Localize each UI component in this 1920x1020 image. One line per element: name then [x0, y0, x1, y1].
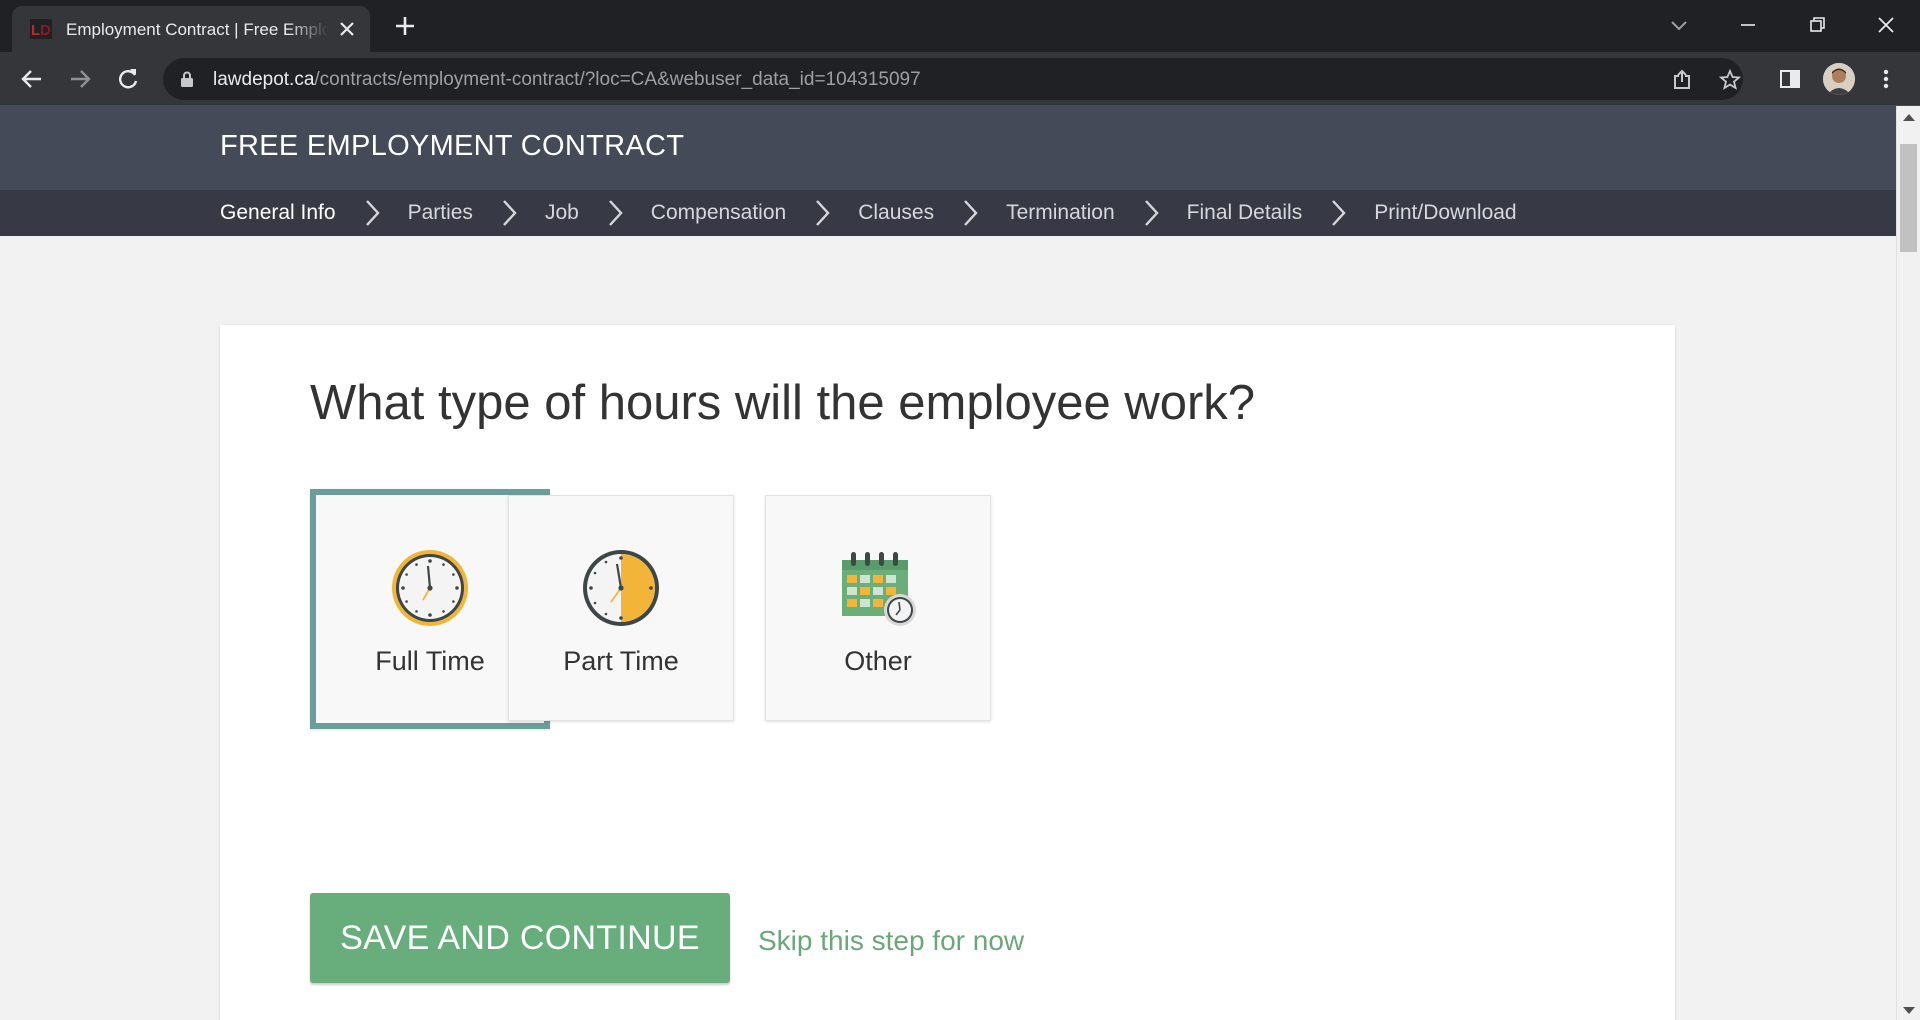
step-job[interactable]: Job	[545, 201, 579, 225]
half-clock-icon	[583, 550, 659, 626]
scroll-up-arrow-icon[interactable]	[1903, 114, 1915, 121]
new-tab-icon[interactable]	[392, 13, 418, 39]
lawdepot-favicon-icon: L D	[30, 19, 52, 39]
step-final-details[interactable]: Final Details	[1187, 201, 1303, 225]
tab-search-chevron-icon[interactable]	[1664, 10, 1694, 40]
tab-title: Employment Contract | Free Employment Co…	[66, 20, 328, 39]
option-label: Other	[844, 646, 912, 676]
browser-tab-strip: L D Employment Contract | Free Employmen…	[0, 0, 1920, 52]
side-panel-icon[interactable]	[1776, 65, 1804, 93]
more-menu-icon[interactable]	[1872, 65, 1900, 93]
page-viewport: FREE EMPLOYMENT CONTRACT General Info Par…	[0, 106, 1896, 1020]
minimize-icon[interactable]	[1733, 10, 1763, 40]
lock-icon[interactable]	[180, 71, 194, 87]
question-heading: What type of hours will the employee wor…	[310, 376, 1256, 430]
address-bar[interactable]: lawdepot.ca/contracts/employment-contrac…	[163, 58, 1743, 100]
browser-toolbar: lawdepot.ca/contracts/employment-contrac…	[0, 52, 1920, 106]
url-path: /contracts/employment-contract/?loc=CA&w…	[314, 69, 921, 90]
forward-arrow-icon[interactable]	[66, 65, 94, 93]
share-icon[interactable]	[1670, 68, 1694, 92]
svg-text:L: L	[31, 22, 40, 39]
chevron-right-icon	[608, 200, 623, 226]
close-tab-icon[interactable]	[337, 19, 357, 39]
option-other[interactable]: Other	[765, 495, 991, 721]
question-card: What type of hours will the employee wor…	[220, 325, 1675, 1020]
url-host: lawdepot.ca	[213, 69, 315, 90]
restore-icon[interactable]	[1802, 10, 1832, 40]
steps-list: General Info Parties Job Compensation Clause…	[220, 190, 1517, 236]
chevron-right-icon	[1332, 200, 1346, 226]
scrollbar-thumb[interactable]	[1900, 144, 1917, 252]
step-general-info[interactable]: General Info	[220, 201, 336, 225]
chevron-right-icon	[964, 200, 978, 226]
chevron-right-icon	[503, 200, 517, 226]
chevron-right-icon	[816, 200, 830, 226]
reload-icon[interactable]	[114, 65, 142, 93]
chevron-right-icon	[1144, 200, 1159, 226]
step-navigation: General Info Parties Job Compensation Clause…	[0, 190, 1896, 236]
step-parties[interactable]: Parties	[408, 201, 473, 225]
chevron-right-icon	[365, 200, 380, 226]
svg-text:D: D	[40, 22, 51, 39]
option-label: Part Time	[563, 646, 679, 676]
site-header: FREE EMPLOYMENT CONTRACT	[0, 106, 1896, 190]
page-scrollbar[interactable]	[1896, 106, 1920, 1020]
full-clock-icon	[392, 550, 468, 626]
option-part-time[interactable]: Part Time	[508, 495, 734, 721]
url-text[interactable]: lawdepot.ca/contracts/employment-contrac…	[213, 69, 921, 91]
page-title: FREE EMPLOYMENT CONTRACT	[220, 130, 685, 162]
save-and-continue-button[interactable]: SAVE AND CONTINUE	[310, 893, 730, 983]
avatar-icon	[1823, 63, 1855, 95]
step-compensation[interactable]: Compensation	[651, 201, 786, 225]
step-print-download[interactable]: Print/Download	[1374, 201, 1516, 225]
step-termination[interactable]: Termination	[1006, 201, 1115, 225]
close-window-icon[interactable]	[1871, 10, 1901, 40]
profile-avatar[interactable]	[1823, 63, 1855, 95]
scroll-down-arrow-icon[interactable]	[1903, 1007, 1915, 1014]
step-clauses[interactable]: Clauses	[858, 201, 934, 225]
browser-tab[interactable]: L D Employment Contract | Free Employmen…	[12, 6, 370, 52]
calendar-clock-icon	[842, 552, 916, 626]
bookmark-star-icon[interactable]	[1718, 68, 1742, 92]
back-arrow-icon[interactable]	[18, 65, 46, 93]
skip-step-link[interactable]: Skip this step for now	[758, 925, 1024, 957]
